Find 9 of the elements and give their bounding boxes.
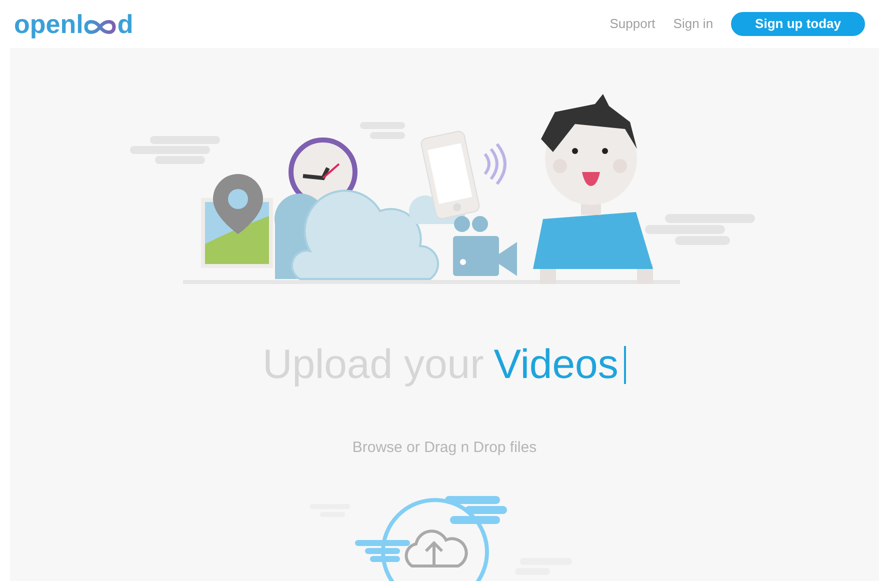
upload-heading-highlight: Videos [494, 344, 618, 385]
nav-link[interactable]: Support [610, 14, 656, 34]
signup-button[interactable]: Sign up today [731, 12, 865, 36]
infinity-icon [83, 19, 118, 35]
text-cursor-icon [624, 346, 626, 384]
logo-text: openl [14, 8, 84, 40]
upload-subtitle: Browse or Drag n Drop files [352, 438, 537, 458]
logo-text: d [117, 8, 134, 40]
nav-link[interactable]: Sign in [673, 14, 714, 34]
